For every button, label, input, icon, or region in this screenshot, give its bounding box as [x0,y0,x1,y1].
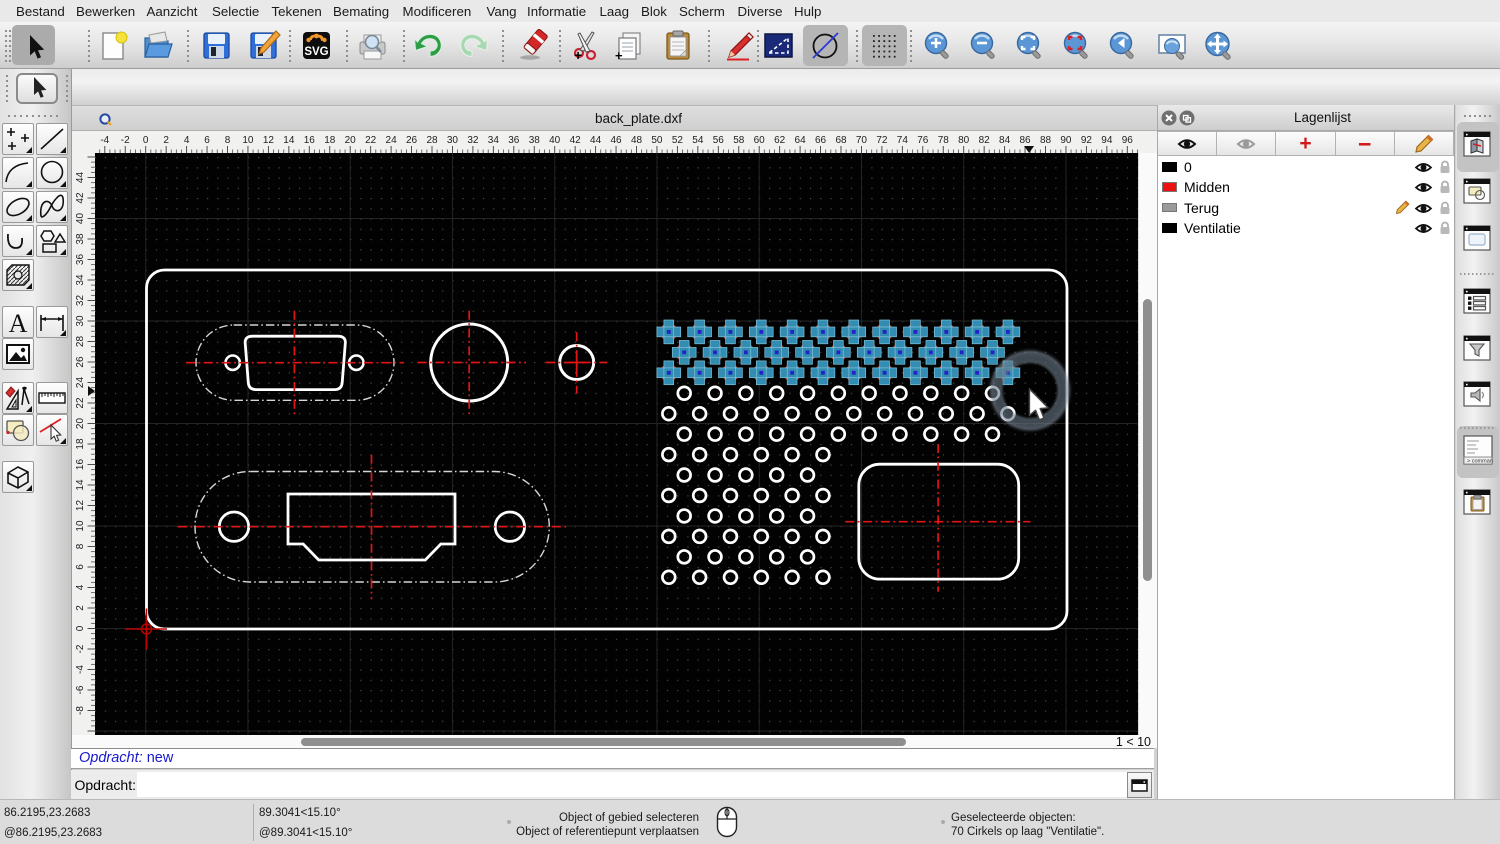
svg-text:> command: > command [1467,459,1493,465]
svg-text:78: 78 [938,135,950,146]
svg-text:32: 32 [75,295,86,307]
svg-text:A: A [9,309,28,337]
svg-text:56: 56 [713,135,725,146]
svg-text:84: 84 [999,135,1011,146]
svg-text:34: 34 [75,274,86,286]
svg-text:0: 0 [143,135,149,146]
svg-text:SVG: SVG [304,46,328,58]
svg-text:96: 96 [1122,135,1134,146]
svg-text:48: 48 [631,135,643,146]
svg-text:58: 58 [733,135,745,146]
svg-text:64: 64 [795,135,807,146]
svg-text:94: 94 [1101,135,1113,146]
svg-text:-6: -6 [75,685,86,694]
svg-text:80: 80 [958,135,970,146]
svg-text:6: 6 [204,135,210,146]
svg-text:12: 12 [75,500,86,512]
svg-text:26: 26 [75,356,86,368]
svg-text:4: 4 [75,584,86,590]
svg-text:-2: -2 [121,135,130,146]
svg-text:16: 16 [75,459,86,471]
svg-text:92: 92 [1081,135,1093,146]
svg-text:34: 34 [488,135,500,146]
svg-text:40: 40 [549,135,561,146]
svg-text:44: 44 [590,135,602,146]
svg-text:6: 6 [75,564,86,570]
svg-text:+: + [574,47,582,63]
svg-text:72: 72 [876,135,888,146]
svg-text:42: 42 [75,192,86,204]
svg-text:90: 90 [1060,135,1072,146]
svg-text:62: 62 [774,135,786,146]
svg-text:16: 16 [304,135,316,146]
svg-text:76: 76 [917,135,929,146]
svg-text:-4: -4 [75,665,86,674]
svg-text:50: 50 [651,135,663,146]
svg-text:70: 70 [856,135,868,146]
svg-text:12: 12 [263,135,275,146]
svg-text:14: 14 [283,135,295,146]
svg-text:22: 22 [75,397,86,409]
svg-text:32: 32 [467,135,479,146]
svg-text:+: + [615,48,623,63]
svg-text:24: 24 [386,135,398,146]
svg-text:54: 54 [692,135,704,146]
svg-text:22: 22 [365,135,377,146]
svg-text:10: 10 [242,135,254,146]
svg-text:24: 24 [75,377,86,389]
svg-text:86: 86 [1019,135,1031,146]
svg-text:36: 36 [508,135,520,146]
svg-text:2: 2 [163,135,169,146]
svg-text:8: 8 [225,135,231,146]
svg-text:38: 38 [75,233,86,245]
svg-text:30: 30 [447,135,459,146]
svg-text:40: 40 [75,213,86,225]
svg-text:2: 2 [75,605,86,611]
svg-text:68: 68 [835,135,847,146]
svg-text:52: 52 [672,135,684,146]
svg-text:10: 10 [75,520,86,532]
svg-text:74: 74 [897,135,909,146]
svg-text:28: 28 [426,135,438,146]
svg-text:66: 66 [815,135,827,146]
svg-text:36: 36 [75,254,86,266]
svg-text:26: 26 [406,135,418,146]
svg-text:82: 82 [979,135,991,146]
svg-text:4: 4 [184,135,190,146]
svg-text:0: 0 [75,625,86,631]
svg-text:-2: -2 [75,644,86,653]
svg-text:42: 42 [570,135,582,146]
svg-text:44: 44 [75,172,86,184]
svg-text:60: 60 [754,135,766,146]
svg-text:8: 8 [75,543,86,549]
svg-text:38: 38 [529,135,541,146]
svg-text:30: 30 [75,315,86,327]
svg-text:46: 46 [610,135,622,146]
svg-text:20: 20 [75,418,86,430]
svg-text:14: 14 [75,479,86,491]
svg-text:88: 88 [1040,135,1052,146]
svg-text:-8: -8 [75,706,86,715]
svg-text:18: 18 [75,438,86,450]
svg-text:-4: -4 [100,135,109,146]
svg-text:28: 28 [75,336,86,348]
svg-text:20: 20 [345,135,357,146]
svg-text:18: 18 [324,135,336,146]
